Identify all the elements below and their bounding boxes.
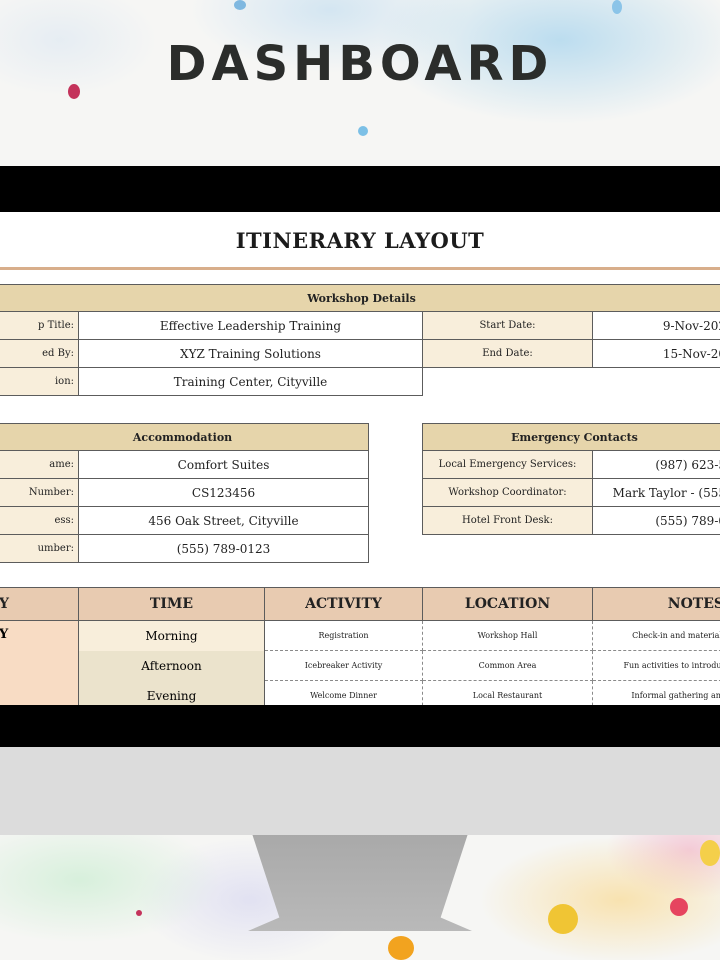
column-header-day: Y: [0, 587, 79, 621]
organized-by-value[interactable]: XYZ Training Solutions: [78, 339, 423, 368]
emergency-contacts-table: Emergency Contacts Local Emergency Servi…: [421, 423, 720, 535]
table-row: Evening Welcome Dinner Local Restaurant …: [0, 680, 720, 705]
paint-splash: [388, 936, 414, 960]
workshop-title-value[interactable]: Effective Leadership Training: [78, 311, 423, 340]
notes-cell[interactable]: Informal gathering and: [592, 680, 720, 705]
hotel-name-label: ame:: [0, 450, 79, 479]
activity-cell[interactable]: Registration: [264, 620, 423, 651]
paint-splash: [670, 898, 688, 916]
location-label: ion:: [0, 367, 79, 396]
title-divider: [0, 267, 720, 270]
accommodation-table: Accommodation ame: Comfort Suites Number…: [0, 423, 370, 563]
paint-splash: [234, 0, 246, 10]
schedule-table: Y TIME ACTIVITY LOCATION NOTES Y Morning…: [0, 587, 720, 705]
monitor-stand: [248, 835, 472, 931]
hotel-front-desk-label: Hotel Front Desk:: [422, 506, 593, 535]
start-date-label: Start Date:: [422, 311, 593, 340]
column-header-location: LOCATION: [422, 587, 593, 621]
accommodation-heading: Accommodation: [0, 423, 370, 451]
table-row: Y Morning Registration Workshop Hall Che…: [0, 620, 720, 705]
local-emergency-label: Local Emergency Services:: [422, 450, 593, 479]
phone-number-label: umber:: [0, 534, 79, 563]
monitor-chin: [0, 747, 720, 835]
paint-splash: [358, 126, 368, 136]
monitor-bezel-bottom: [0, 705, 720, 747]
dashboard-title: DASHBOARD: [166, 36, 554, 92]
location-cell[interactable]: Local Restaurant: [422, 680, 593, 705]
column-header-time: TIME: [78, 587, 265, 621]
notes-cell[interactable]: Fun activities to introduc: [592, 650, 720, 681]
workshop-title-label: p Title:: [0, 311, 79, 340]
table-row: Afternoon Icebreaker Activity Common Are…: [0, 650, 720, 681]
column-header-notes: NOTES: [592, 587, 720, 621]
local-emergency-value[interactable]: (987) 623-5: [591, 450, 720, 479]
organized-by-label: ed By:: [0, 339, 79, 368]
time-cell[interactable]: Morning: [78, 620, 265, 651]
workshop-coordinator-value[interactable]: Mark Taylor - (555: [591, 478, 720, 507]
workshop-details-heading: Workshop Details: [0, 284, 720, 312]
booking-number-value[interactable]: CS123456: [77, 478, 370, 507]
workshop-details-table: Workshop Details p Title: Effective Lead…: [0, 284, 720, 396]
location-cell[interactable]: Workshop Hall: [422, 620, 593, 651]
paint-splash: [136, 910, 142, 916]
paint-splash: [548, 904, 578, 934]
column-header-activity: ACTIVITY: [264, 587, 423, 621]
hotel-name-value[interactable]: Comfort Suites: [77, 450, 370, 479]
end-date-label: End Date:: [422, 339, 593, 368]
activity-cell[interactable]: Welcome Dinner: [264, 680, 423, 705]
paint-splash: [700, 840, 720, 866]
hotel-front-desk-value[interactable]: (555) 789-0: [591, 506, 720, 535]
monitor-screen: ITINERARY LAYOUT Workshop Details p Titl…: [0, 212, 720, 705]
start-date-value[interactable]: 9-Nov-202: [592, 311, 720, 340]
location-cell[interactable]: Common Area: [422, 650, 593, 681]
time-cell[interactable]: Evening: [78, 680, 265, 705]
monitor-bezel-top: [0, 166, 720, 212]
address-value[interactable]: 456 Oak Street, Cityville: [77, 506, 370, 535]
location-value[interactable]: Training Center, Cityville: [78, 367, 423, 396]
activity-cell[interactable]: Icebreaker Activity: [264, 650, 423, 681]
time-cell[interactable]: Afternoon: [78, 650, 265, 681]
end-date-value[interactable]: 15-Nov-20: [592, 339, 720, 368]
workshop-coordinator-label: Workshop Coordinator:: [422, 478, 593, 507]
booking-number-label: Number:: [0, 478, 79, 507]
itinerary-title: ITINERARY LAYOUT: [235, 228, 485, 253]
day-cell[interactable]: Y: [0, 620, 79, 705]
notes-cell[interactable]: Check-in and materials: [592, 620, 720, 651]
address-label: ess:: [0, 506, 79, 535]
paint-splash: [612, 0, 622, 14]
phone-number-value[interactable]: (555) 789-0123: [77, 534, 370, 563]
emergency-contacts-heading: Emergency Contacts: [421, 423, 720, 451]
